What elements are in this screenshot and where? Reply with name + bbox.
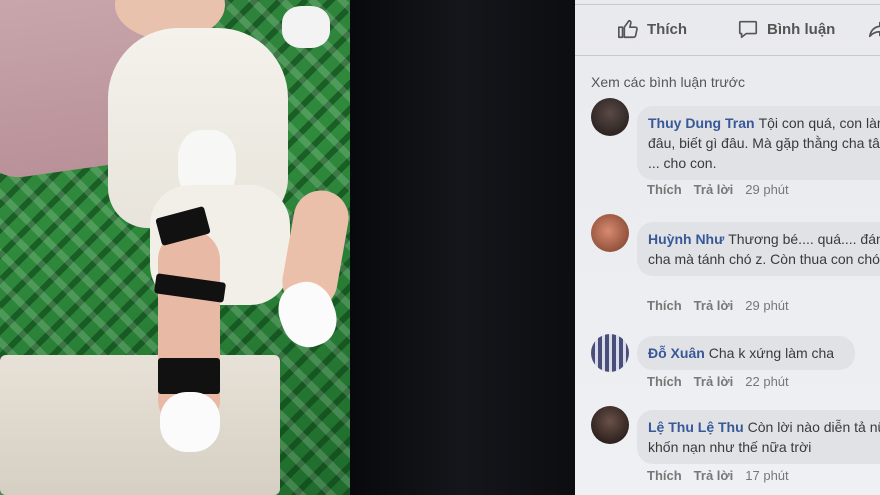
baby-photo <box>0 0 350 495</box>
monitor-bezel <box>350 0 575 495</box>
divider <box>575 55 880 56</box>
comment-button[interactable]: Bình luận <box>737 18 835 40</box>
comment-author[interactable]: Thuy Dung Tran <box>648 115 755 131</box>
comment-like-link[interactable]: Thích <box>647 298 682 313</box>
avatar[interactable] <box>591 98 629 136</box>
share-icon <box>868 21 880 38</box>
comment-author[interactable]: Huỳnh Như <box>648 231 724 247</box>
avatar[interactable] <box>591 406 629 444</box>
comment-like-link[interactable]: Thích <box>647 374 682 389</box>
like-button[interactable]: Thích <box>617 18 687 40</box>
comment-text: Cha k xứng làm cha <box>708 345 835 361</box>
comment-meta: Thích Trả lời 22 phút <box>647 374 789 389</box>
comment-author[interactable]: Đỗ Xuân <box>648 345 705 361</box>
baby-sock <box>160 392 220 452</box>
baby-mitten <box>282 6 330 48</box>
comment-time: 17 phút <box>745 468 789 483</box>
avatar[interactable] <box>591 334 629 372</box>
comment-icon <box>738 20 758 39</box>
view-previous-comments-link[interactable]: Xem các bình luận trước <box>591 74 745 90</box>
divider <box>575 4 880 5</box>
comment-author[interactable]: Lệ Thu Lệ Thu <box>648 419 744 435</box>
comment-time: 29 phút <box>745 182 789 197</box>
comment-like-link[interactable]: Thích <box>647 468 682 483</box>
comment-bubble: Đỗ Xuân Cha k xứng làm cha <box>637 336 855 370</box>
thumbs-up-icon <box>618 19 638 39</box>
comment-reply-link[interactable]: Trả lời <box>694 374 734 389</box>
folded-cloth <box>0 355 280 495</box>
comments-panel: Thích Bình luận Xem các bình luận trước … <box>575 0 880 495</box>
comment-time: 22 phút <box>745 374 789 389</box>
black-tape <box>158 358 220 394</box>
comment-bubble: Lệ Thu Lệ Thu Còn lời nào diễn tả nữa khố… <box>637 410 880 464</box>
comment-time: 29 phút <box>745 298 789 313</box>
comment-like-link[interactable]: Thích <box>647 182 682 197</box>
comment-meta: Thích Trả lời 17 phút <box>647 468 789 483</box>
like-label: Thích <box>647 20 687 38</box>
comment-label: Bình luận <box>767 20 836 38</box>
avatar[interactable] <box>591 214 629 252</box>
comment-reply-link[interactable]: Trả lời <box>694 468 734 483</box>
comment-reply-link[interactable]: Trả lời <box>694 298 734 313</box>
comment-bubble: Huỳnh NhưThương bé.... quá.... đáng ... … <box>637 222 880 276</box>
comment-meta: Thích Trả lời 29 phút <box>647 298 789 313</box>
comment-meta: Thích Trả lời 29 phút <box>647 182 789 197</box>
comment-reply-link[interactable]: Trả lời <box>694 182 734 197</box>
comment-bubble: Thuy Dung TranTội con quá, con làm gì đâ… <box>637 106 880 180</box>
share-button[interactable] <box>867 18 880 40</box>
